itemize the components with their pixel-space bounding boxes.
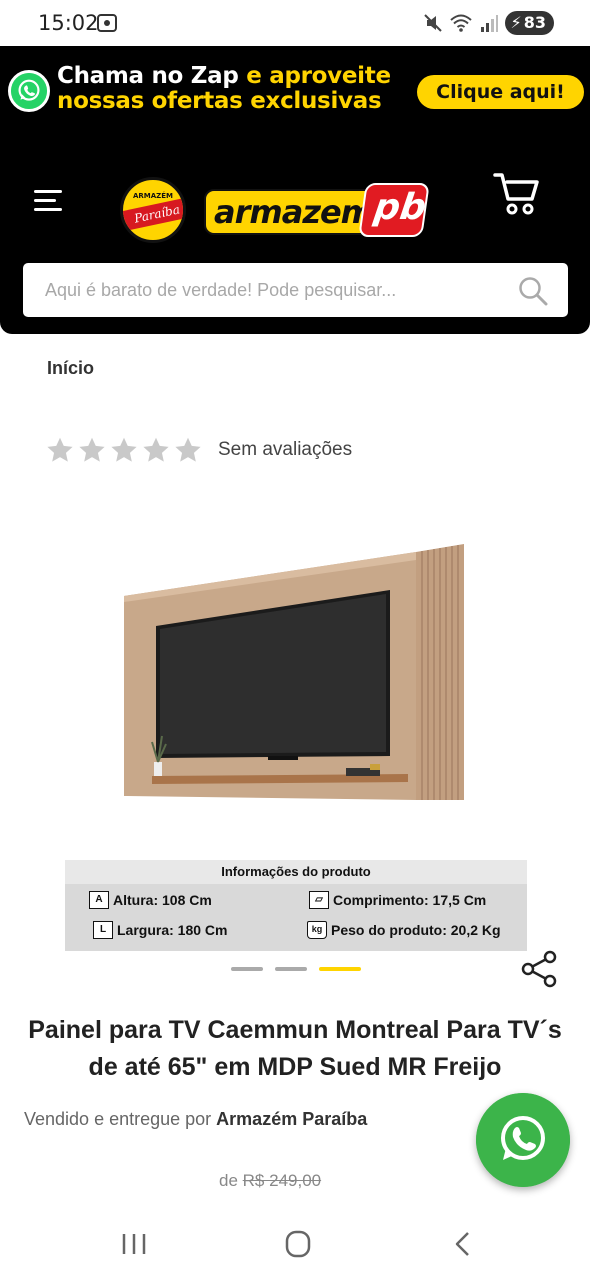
- length-icon: ▱: [309, 891, 329, 909]
- product-info-panel: Informações do produto A Altura: 108 Cm …: [65, 860, 527, 951]
- promo-line1-white: Chama no Zap: [57, 63, 239, 89]
- signal-icon: [480, 15, 498, 32]
- wifi-icon: [449, 14, 472, 32]
- logo-circle-band-text: Paraíba: [123, 195, 183, 233]
- status-icons: ⚡ 83: [423, 11, 554, 35]
- info-height-label: Altura: 108 Cm: [113, 892, 212, 908]
- weight-icon: kg: [307, 921, 327, 939]
- whatsapp-chat-button[interactable]: [476, 1093, 570, 1187]
- old-price-value: R$ 249,00: [242, 1171, 322, 1190]
- product-rating: Sem avaliações: [46, 436, 352, 464]
- promo-line1-yellow: e aproveite: [246, 63, 391, 89]
- info-weight: kg Peso do produto: 20,2 Kg: [307, 921, 501, 939]
- carousel-indicators: [231, 967, 361, 971]
- logo-word-main: armazem: [214, 193, 374, 231]
- width-icon: L: [93, 921, 113, 939]
- search-bar: [23, 263, 568, 317]
- search-input[interactable]: [45, 263, 495, 317]
- star-icon: [111, 437, 137, 462]
- armazem-pb-logo[interactable]: armazem pb: [204, 183, 430, 239]
- status-time: 15:02: [38, 11, 99, 35]
- product-image[interactable]: [58, 530, 533, 830]
- star-icon: [47, 437, 73, 462]
- charging-icon: ⚡: [510, 13, 522, 32]
- old-price: de R$ 249,00: [219, 1171, 321, 1191]
- search-icon[interactable]: [518, 276, 548, 306]
- product-title: Painel para TV Caemmun Montreal Para TV´…: [28, 1016, 562, 1081]
- screenshot-notification-icon: [97, 14, 117, 32]
- rating-label: Sem avaliações: [218, 439, 353, 460]
- seller-info: Vendido e entregue por Armazém Paraíba: [24, 1109, 367, 1130]
- star-icon: [143, 437, 169, 462]
- cart-icon[interactable]: [493, 171, 541, 217]
- whatsapp-icon: [8, 70, 50, 112]
- rating-stars: [46, 436, 202, 464]
- star-icon: [79, 437, 105, 462]
- site-header: Chama no Zap e aproveite nossas ofertas …: [0, 46, 590, 334]
- home-icon[interactable]: [278, 1228, 318, 1260]
- carousel-dot-active[interactable]: [319, 967, 361, 971]
- back-icon[interactable]: [444, 1228, 484, 1260]
- mute-icon: [423, 14, 442, 32]
- battery-indicator: ⚡ 83: [504, 11, 554, 35]
- share-icon[interactable]: [521, 950, 559, 988]
- info-length-label: Comprimento: 17,5 Cm: [333, 892, 487, 908]
- info-weight-label: Peso do produto: 20,2 Kg: [331, 922, 501, 938]
- carousel-dot[interactable]: [275, 967, 307, 971]
- logo-circle-top-text: ARMAZÉM: [132, 192, 173, 200]
- whatsapp-promo-banner[interactable]: Chama no Zap e aproveite nossas ofertas …: [0, 46, 590, 142]
- old-price-prefix: de: [219, 1171, 238, 1190]
- battery-level: 83: [523, 13, 546, 32]
- promo-line2: nossas ofertas exclusivas: [57, 88, 382, 114]
- breadcrumb-home[interactable]: Início: [47, 358, 94, 379]
- status-bar: 15:02 ⚡ 83: [0, 0, 590, 46]
- info-height: A Altura: 108 Cm: [89, 891, 212, 909]
- recents-icon[interactable]: [114, 1228, 154, 1260]
- promo-text: Chama no Zap e aproveite nossas ofertas …: [57, 64, 391, 114]
- info-width: L Largura: 180 Cm: [93, 921, 227, 939]
- armazem-paraiba-logo[interactable]: ARMAZÉM Paraíba: [120, 177, 186, 243]
- promo-cta-button[interactable]: Clique aqui!: [417, 75, 584, 109]
- seller-prefix: Vendido e entregue por: [24, 1109, 212, 1129]
- product-info-title: Informações do produto: [65, 860, 527, 884]
- star-icon: [175, 437, 201, 462]
- info-length: ▱ Comprimento: 17,5 Cm: [309, 891, 486, 909]
- seller-name[interactable]: Armazém Paraíba: [216, 1109, 367, 1129]
- carousel-dot[interactable]: [231, 967, 263, 971]
- system-nav-bar: [0, 1208, 590, 1280]
- logo-word-suffix: pb: [371, 187, 429, 228]
- height-icon: A: [89, 891, 109, 909]
- menu-icon[interactable]: [34, 190, 64, 214]
- info-width-label: Largura: 180 Cm: [117, 922, 228, 938]
